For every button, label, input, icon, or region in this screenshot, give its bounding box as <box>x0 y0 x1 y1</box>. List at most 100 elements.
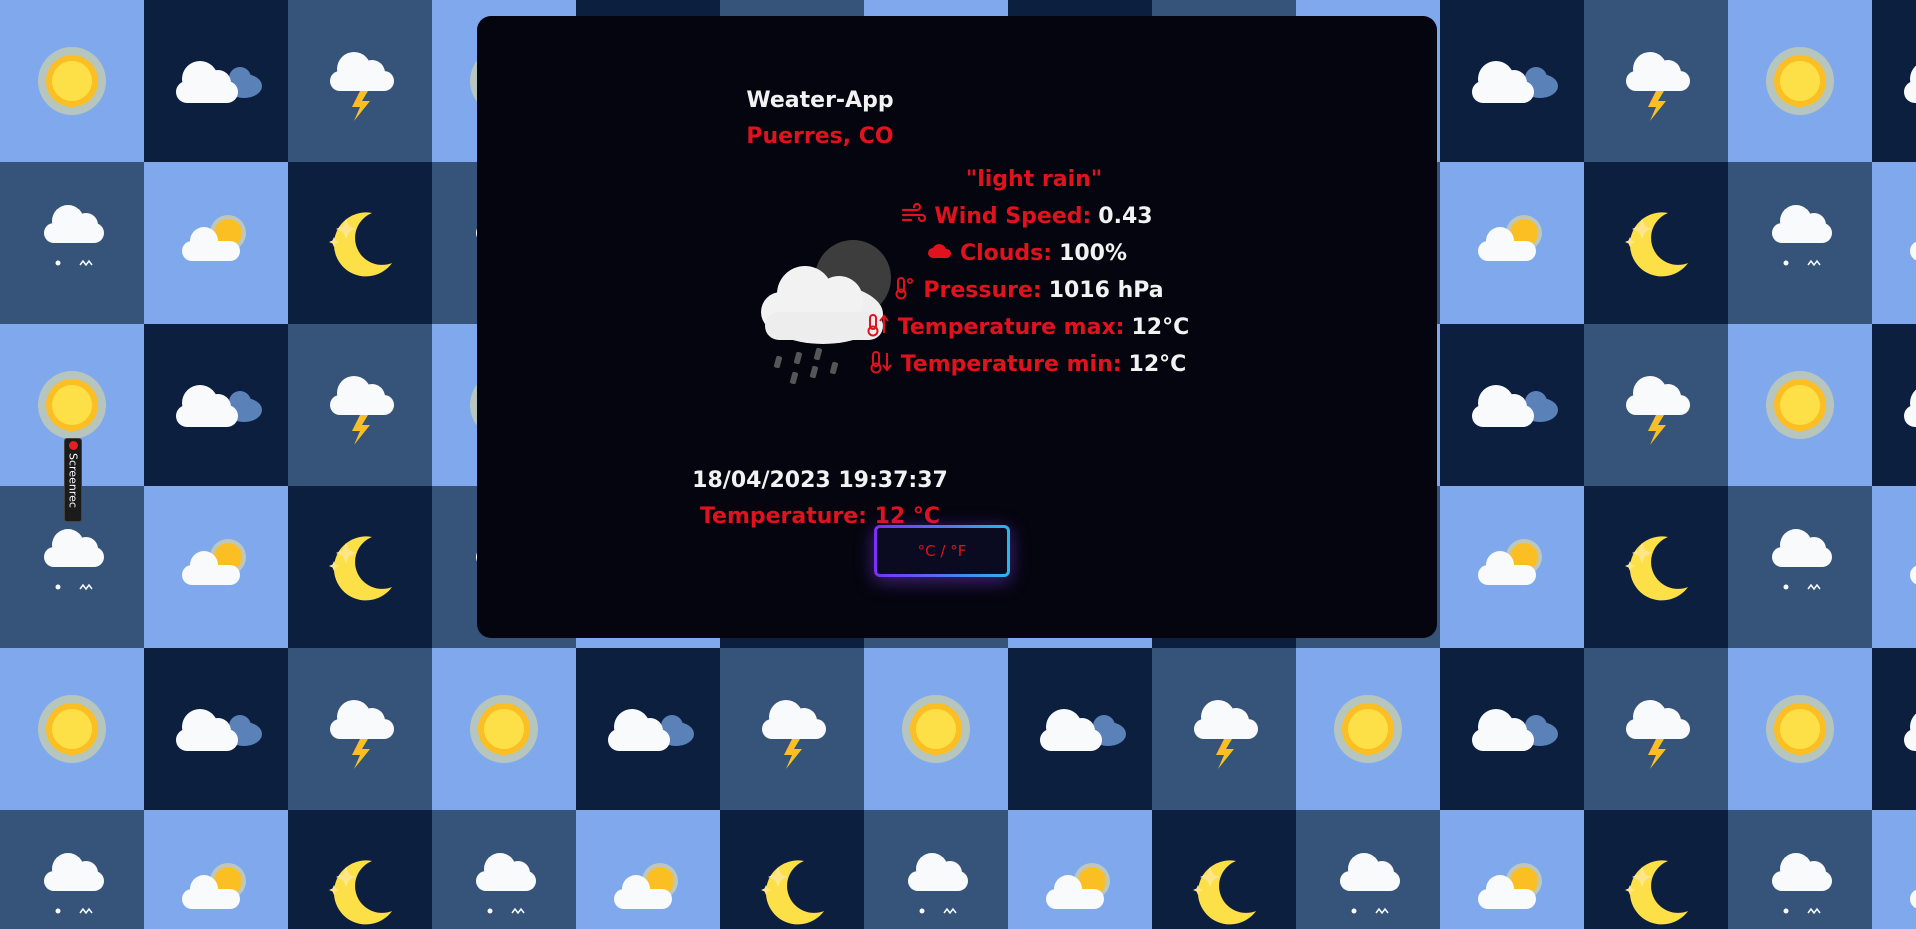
background-tile <box>1296 810 1440 929</box>
background-tile <box>1872 486 1916 648</box>
moon-stars-icon <box>1625 212 1688 277</box>
clouds-label: Clouds: <box>959 241 1053 266</box>
clouds-value: 100% <box>1059 241 1128 266</box>
rain-cloud-icon <box>908 853 968 915</box>
background-tile <box>0 648 144 810</box>
thermometer-down-icon <box>870 351 892 374</box>
background-tile <box>0 810 144 929</box>
temp-min-row: Temperature min: 12°C <box>777 346 1277 383</box>
cloudy-icon <box>1472 709 1558 751</box>
partly-sunny-icon <box>1910 565 1916 585</box>
background-tile <box>1440 162 1584 324</box>
cloudy-icon <box>1472 385 1558 427</box>
background-tile <box>1872 810 1916 929</box>
partly-sunny-icon <box>1478 863 1542 909</box>
partly-sunny-icon <box>182 215 246 261</box>
rain-cloud-icon <box>476 853 536 915</box>
cloudy-icon <box>1904 65 1916 103</box>
thunderstorm-icon <box>330 700 394 769</box>
partly-sunny-icon <box>182 863 246 909</box>
background-tile <box>1728 162 1872 324</box>
thunderstorm-icon <box>1194 700 1258 769</box>
background-tile <box>144 648 288 810</box>
thermometer-up-icon <box>867 314 889 337</box>
rain-cloud-icon <box>44 205 104 267</box>
rain-cloud-icon <box>1340 853 1400 915</box>
unit-toggle-button[interactable]: °C / °F <box>874 525 1010 577</box>
temp-min-label: Temperature min: <box>900 352 1122 377</box>
background-tile <box>1872 0 1916 162</box>
background-tile <box>144 486 288 648</box>
pressure-label: Pressure: <box>923 278 1042 303</box>
background-tile <box>1296 648 1440 810</box>
background-tile <box>1584 162 1728 324</box>
pressure-value: 1016 hPa <box>1048 278 1164 303</box>
background-tile <box>1728 324 1872 486</box>
temp-max-row: Temperature max: 12°C <box>777 309 1277 346</box>
cloudy-icon <box>176 709 262 751</box>
background-tile <box>1728 648 1872 810</box>
background-tile <box>288 324 432 486</box>
record-dot-icon <box>68 441 78 450</box>
app-title: Weater-App <box>746 88 894 113</box>
temperature-label: Temperature: 12 °C <box>699 504 941 529</box>
sun-icon <box>1334 695 1402 763</box>
moon-stars-icon <box>329 212 392 277</box>
cloudy-icon <box>608 709 694 751</box>
thunderstorm-icon <box>330 376 394 445</box>
background-tile <box>1728 0 1872 162</box>
rain-cloud-icon <box>1772 205 1832 267</box>
background-tile <box>144 324 288 486</box>
sun-icon <box>38 695 106 763</box>
datetime-label: 18/04/2023 19:37:37 <box>692 468 948 493</box>
partly-sunny-icon <box>614 863 678 909</box>
partly-sunny-icon <box>1478 215 1542 261</box>
partly-sunny-icon <box>1910 241 1916 261</box>
partly-sunny-icon <box>1046 863 1110 909</box>
background-tile <box>720 648 864 810</box>
background-tile <box>144 0 288 162</box>
wind-speed-row: Wind Speed: 0.43 <box>777 198 1277 235</box>
background-tile <box>1440 810 1584 929</box>
background-tile <box>864 648 1008 810</box>
background-tile <box>1584 648 1728 810</box>
moon-stars-icon <box>1193 860 1256 925</box>
weather-details: "light rain" Wind Speed: 0.43 Clouds: 10… <box>777 161 1277 383</box>
clouds-row: Clouds: 100% <box>777 235 1277 272</box>
partly-sunny-icon <box>1478 539 1542 585</box>
background-tile <box>288 162 432 324</box>
background-tile <box>288 648 432 810</box>
rain-cloud-icon <box>1772 529 1832 591</box>
weather-card: Weater-App Puerres, CO "light rain" Wind… <box>477 16 1437 638</box>
cloudy-icon <box>1904 389 1916 427</box>
sun-icon <box>1766 695 1834 763</box>
wind-speed-value: 0.43 <box>1098 204 1153 229</box>
temp-max-label: Temperature max: <box>897 315 1125 340</box>
background-tile <box>1440 324 1584 486</box>
rain-cloud-icon <box>44 853 104 915</box>
thunderstorm-icon <box>330 52 394 121</box>
background-tile <box>1152 810 1296 929</box>
temp-max-value: 12°C <box>1131 315 1190 340</box>
screenrec-badge[interactable]: Screenrec <box>64 438 82 522</box>
background-tile <box>0 0 144 162</box>
background-tile <box>1584 810 1728 929</box>
sun-icon <box>902 695 970 763</box>
rain-cloud-icon <box>1772 853 1832 915</box>
cloudy-icon <box>176 61 262 103</box>
background-tile <box>1728 486 1872 648</box>
cloudy-icon <box>1904 713 1916 751</box>
background-tile <box>576 810 720 929</box>
background-tile <box>1440 486 1584 648</box>
thermometer-icon <box>895 277 914 300</box>
cloud-icon <box>927 244 951 258</box>
background-tile <box>1008 648 1152 810</box>
cloudy-icon <box>1040 709 1126 751</box>
sun-icon <box>470 695 538 763</box>
background-tile <box>720 810 864 929</box>
background-tile <box>576 648 720 810</box>
background-tile <box>864 810 1008 929</box>
partly-sunny-icon <box>1910 889 1916 909</box>
background-tile <box>1872 324 1916 486</box>
moon-stars-icon <box>1625 860 1688 925</box>
